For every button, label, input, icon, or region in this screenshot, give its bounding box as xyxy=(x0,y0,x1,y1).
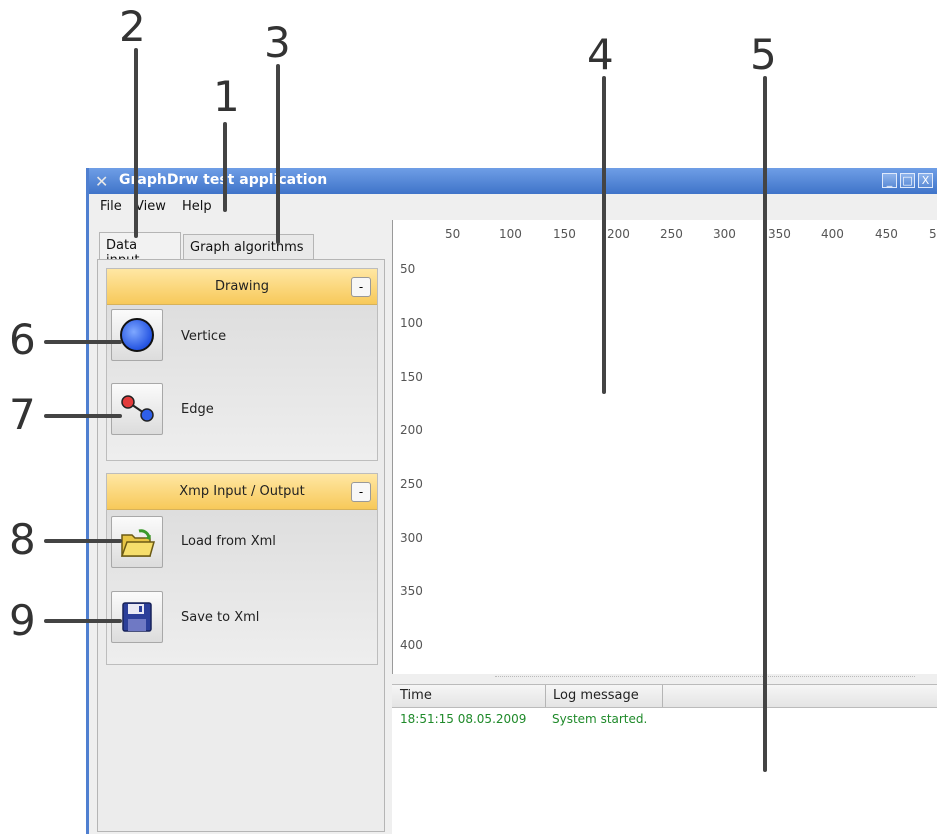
callout-1: 1 xyxy=(213,72,240,121)
floppy-save-icon xyxy=(122,602,152,632)
save-xml-label: Save to Xml xyxy=(181,610,260,625)
vertex-circle-icon xyxy=(120,318,154,352)
callout-3-leader xyxy=(276,64,280,244)
y-tick: 50 xyxy=(400,262,416,276)
minimize-button[interactable]: _ xyxy=(882,173,897,188)
vertice-button[interactable] xyxy=(111,309,163,361)
column-divider[interactable] xyxy=(545,685,546,707)
callout-8: 8 xyxy=(9,515,36,564)
callout-2-leader xyxy=(134,48,138,238)
x-tick: 200 xyxy=(607,227,630,241)
save-xml-button[interactable] xyxy=(111,591,163,643)
menu-help[interactable]: Help xyxy=(182,199,212,214)
xml-collapse-button[interactable]: - xyxy=(351,482,371,502)
callout-9-leader xyxy=(44,619,122,623)
xml-group-title: Xmp Input / Output xyxy=(179,484,305,499)
drawing-group: Drawing - Vertice Edge xyxy=(106,268,378,461)
y-tick: 100 xyxy=(400,316,423,330)
callout-4: 4 xyxy=(587,30,614,79)
log-column-time[interactable]: Time xyxy=(400,688,432,703)
callout-5-leader xyxy=(763,76,767,772)
callout-1-leader xyxy=(223,122,227,212)
callout-7: 7 xyxy=(9,390,36,439)
xml-io-group: Xmp Input / Output - Load from Xml Save … xyxy=(106,473,378,665)
graph-canvas[interactable]: 50 100 150 200 250 300 350 400 450 50 50… xyxy=(392,220,937,674)
drawing-collapse-button[interactable]: - xyxy=(351,277,371,297)
menu-file[interactable]: File xyxy=(100,199,122,214)
log-column-message[interactable]: Log message xyxy=(553,688,639,703)
app-window: ✕ GraphDrw test application _ □ X File V… xyxy=(86,168,937,834)
edge-label: Edge xyxy=(181,402,214,417)
tab-graph-algorithms[interactable]: Graph algorithms xyxy=(183,234,314,259)
y-tick: 400 xyxy=(400,638,423,652)
y-tick: 300 xyxy=(400,531,423,545)
callout-6: 6 xyxy=(9,315,36,364)
menu-view[interactable]: View xyxy=(135,199,166,214)
callout-2: 2 xyxy=(119,2,146,51)
callout-3: 3 xyxy=(264,18,291,67)
y-tick: 150 xyxy=(400,370,423,384)
callout-8-leader xyxy=(44,539,122,543)
x-tick: 250 xyxy=(660,227,683,241)
log-header: Time Log message xyxy=(392,684,937,708)
callout-9: 9 xyxy=(9,596,36,645)
callout-7-leader xyxy=(44,414,122,418)
x-app-icon: ✕ xyxy=(95,172,109,191)
x-tick: 50 xyxy=(929,227,937,241)
log-row-time: 18:51:15 08.05.2009 xyxy=(400,712,527,726)
menu-bar: File View Help xyxy=(89,194,937,218)
title-bar[interactable]: ✕ GraphDrw test application _ □ X xyxy=(89,168,937,194)
y-tick: 250 xyxy=(400,477,423,491)
x-tick: 150 xyxy=(553,227,576,241)
canvas-log-splitter[interactable] xyxy=(495,676,915,680)
drawing-group-header[interactable]: Drawing - xyxy=(107,269,377,305)
x-tick: 350 xyxy=(768,227,791,241)
vertice-label: Vertice xyxy=(181,329,227,344)
column-divider[interactable] xyxy=(662,685,663,707)
tab-data-input[interactable]: Data input xyxy=(99,232,181,268)
xml-group-body: Load from Xml Save to Xml xyxy=(107,510,377,664)
drawing-group-body: Vertice Edge xyxy=(107,305,377,460)
x-tick: 450 xyxy=(875,227,898,241)
close-button[interactable]: X xyxy=(918,173,933,188)
callout-5: 5 xyxy=(750,30,777,79)
drawing-group-title: Drawing xyxy=(214,279,270,294)
edge-button[interactable] xyxy=(111,383,163,435)
x-tick: 300 xyxy=(713,227,736,241)
y-tick: 350 xyxy=(400,584,423,598)
data-input-panel: Drawing - Vertice Edge Xmp Input / Outpu… xyxy=(97,259,385,832)
log-row-message: System started. xyxy=(552,712,648,726)
load-xml-label: Load from Xml xyxy=(181,534,276,549)
callout-4-leader xyxy=(602,76,606,394)
x-tick: 400 xyxy=(821,227,844,241)
callout-6-leader xyxy=(44,340,122,344)
maximize-button[interactable]: □ xyxy=(900,173,915,188)
log-panel: Time Log message 18:51:15 08.05.2009 Sys… xyxy=(392,684,937,834)
xml-group-header[interactable]: Xmp Input / Output - xyxy=(107,474,377,510)
edge-icon xyxy=(121,395,154,422)
y-tick: 200 xyxy=(400,423,423,437)
x-tick: 50 xyxy=(445,227,461,241)
x-tick: 100 xyxy=(499,227,522,241)
